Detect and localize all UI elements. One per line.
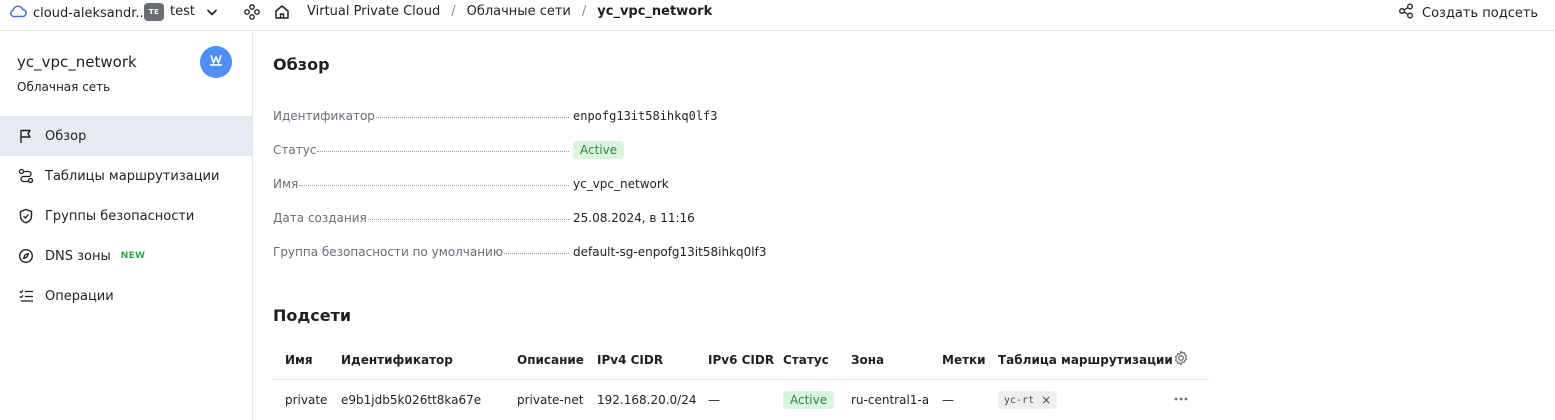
subnet-ipv6: — [708, 393, 720, 407]
route-table-name: yc-rt [1004, 394, 1035, 406]
remove-route-table-icon[interactable]: × [1041, 393, 1051, 407]
subnet-zone: ru-central1-a [851, 393, 930, 407]
compass-icon [17, 247, 35, 265]
breadcrumb-separator: / [581, 4, 587, 19]
column-header-ipv4[interactable]: IPv4 CIDR [597, 353, 663, 367]
vpc-network-icon [208, 52, 224, 72]
network-avatar [200, 46, 232, 78]
subnet-ipv4: 192.168.20.0/24 [597, 393, 697, 407]
column-header-description[interactable]: Описание [517, 353, 584, 367]
sidebar-item-label: DNS зоны [45, 248, 111, 264]
sidebar-item-label: Операции [45, 288, 114, 304]
column-header-id[interactable]: Идентификатор [341, 353, 453, 367]
leader-dots [317, 151, 569, 152]
column-header-labels[interactable]: Метки [942, 353, 986, 367]
breadcrumb-separator: / [451, 4, 456, 19]
subnet-labels: — [942, 393, 954, 407]
leader-dots [299, 185, 569, 186]
property-name: Имя yc_vpc_network [273, 167, 973, 201]
sidebar-item-label: Таблицы маршрутизации [45, 168, 220, 184]
breadcrumb-cloud-networks[interactable]: Облачные сети [467, 4, 571, 19]
property-label: Дата создания [273, 211, 367, 225]
network-title: yc_vpc_network [17, 53, 137, 71]
create-subnet-label: Создать подсеть [1422, 5, 1539, 21]
cloud-name: cloud-aleksandr... [33, 5, 148, 21]
sidebar-item-label: Обзор [45, 128, 87, 144]
new-badge: NEW [120, 251, 146, 261]
table-row[interactable]: private e9b1jdb5k026tt8ka67e private-net… [273, 380, 1209, 420]
create-subnet-button[interactable]: Создать подсеть [1398, 3, 1538, 23]
breadcrumb-current: yc_vpc_network [597, 4, 713, 19]
overview-properties: Идентификатор enpofg13it58ihkq0lf3 Стату… [273, 99, 973, 269]
leader-dots [367, 219, 569, 220]
sidebar-item-route-tables[interactable]: Таблицы маршрутизации [0, 156, 252, 196]
breadcrumb-vpc[interactable]: Virtual Private Cloud [307, 4, 440, 19]
route-icon [17, 167, 35, 185]
network-name-value: yc_vpc_network [573, 177, 669, 191]
shield-icon [17, 207, 35, 225]
default-security-group-link[interactable]: default-sg-enpofg13it58ihkq0lf3 [573, 245, 766, 259]
property-created: Дата создания 25.08.2024, в 11:16 [273, 201, 973, 235]
status-badge: Active [573, 141, 625, 159]
subnets-heading: Подсети [273, 306, 352, 325]
subnet-icon [1398, 3, 1414, 23]
sidebar-item-dns-zones[interactable]: DNS зоны NEW [0, 236, 252, 276]
chevron-down-icon[interactable] [205, 5, 219, 23]
property-default-sg: Группа безопасности по умолчанию default… [273, 235, 973, 269]
more-actions-icon[interactable] [1173, 391, 1189, 410]
services-icon[interactable] [244, 4, 260, 24]
created-date-value: 25.08.2024, в 11:16 [573, 211, 695, 225]
flag-icon [17, 127, 35, 145]
cloud-icon [9, 4, 27, 22]
sidebar-item-security-groups[interactable]: Группы безопасности [0, 196, 252, 236]
property-label: Имя [273, 177, 299, 191]
property-label: Статус [273, 143, 317, 157]
network-id-value: enpofg13it58ihkq0lf3 [573, 109, 718, 123]
column-header-ipv6[interactable]: IPv6 CIDR [708, 353, 774, 367]
cloud-selector[interactable]: cloud-aleksandr... [9, 4, 148, 22]
gear-icon[interactable] [1173, 350, 1189, 369]
subnets-table: Имя Идентификатор Описание IPv4 CIDR IPv… [273, 340, 1209, 420]
leader-dots [503, 253, 569, 254]
subnet-status-badge: Active [783, 391, 835, 409]
top-bar: cloud-aleksandr... TE test Virtual Priva… [0, 0, 1555, 31]
folder-name[interactable]: test [170, 4, 195, 19]
breadcrumb: Virtual Private Cloud / Облачные сети / … [307, 4, 712, 19]
sidebar-nav: Обзор Таблицы маршрутизации Группы безоп… [0, 116, 252, 316]
property-label: Идентификатор [273, 109, 375, 123]
sidebar: yc_vpc_network Облачная сеть Обзор Табли… [0, 32, 253, 420]
column-header-zone[interactable]: Зона [851, 353, 884, 367]
leader-dots [375, 117, 569, 118]
property-status: Статус Active [273, 133, 973, 167]
subnet-name: private [285, 393, 328, 407]
home-icon[interactable] [273, 3, 291, 25]
sidebar-item-operations[interactable]: Операции [0, 276, 252, 316]
route-table-tag[interactable]: yc-rt × [998, 391, 1058, 409]
column-header-name[interactable]: Имя [285, 353, 313, 367]
table-header: Имя Идентификатор Описание IPv4 CIDR IPv… [273, 340, 1209, 380]
folder-avatar[interactable]: TE [144, 3, 164, 21]
property-label: Группа безопасности по умолчанию [273, 245, 503, 259]
subnet-description: private-net [517, 393, 584, 407]
sidebar-item-label: Группы безопасности [45, 208, 195, 224]
overview-heading: Обзор [273, 55, 330, 74]
column-header-route-table[interactable]: Таблица маршрутизации [998, 353, 1173, 367]
column-header-status[interactable]: Статус [783, 353, 829, 367]
sidebar-item-overview[interactable]: Обзор [0, 116, 252, 156]
network-subtitle: Облачная сеть [17, 80, 111, 94]
property-id: Идентификатор enpofg13it58ihkq0lf3 [273, 99, 973, 133]
list-check-icon [17, 287, 35, 305]
subnet-id: e9b1jdb5k026tt8ka67e [341, 393, 482, 407]
